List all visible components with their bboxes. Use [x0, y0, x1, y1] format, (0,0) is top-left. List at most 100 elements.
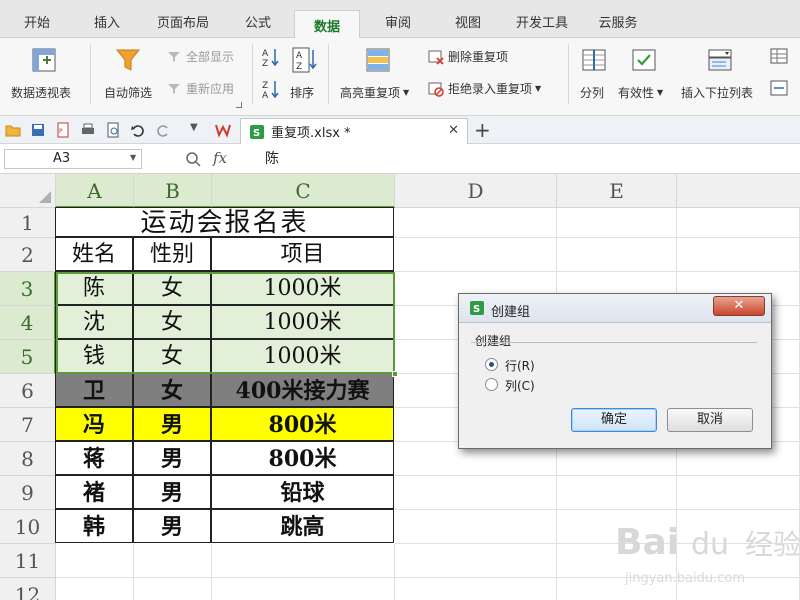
tab-insert[interactable]: 插入	[82, 12, 132, 31]
data-cell[interactable]: 男	[133, 509, 211, 543]
grid-cell[interactable]	[677, 208, 800, 238]
column-header-c[interactable]: C	[212, 174, 395, 208]
save-icon[interactable]	[30, 122, 46, 138]
close-button[interactable]: ✕	[713, 296, 765, 316]
tab-cloud[interactable]: 云服务	[590, 12, 646, 31]
tab-start[interactable]: 开始	[12, 12, 62, 31]
data-cell[interactable]: 800米	[211, 441, 394, 475]
column-header-b[interactable]: B	[134, 174, 212, 208]
open-folder-icon[interactable]	[5, 122, 21, 138]
grid-cell[interactable]	[134, 578, 212, 600]
data-cell[interactable]: 800米	[211, 407, 394, 441]
row-header[interactable]: 11	[0, 544, 56, 578]
row-header[interactable]: 5	[0, 340, 56, 374]
tab-page-layout[interactable]: 页面布局	[148, 12, 218, 31]
column-header-d[interactable]: D	[395, 174, 557, 208]
column-header-a[interactable]: A	[56, 174, 134, 208]
grid-cell[interactable]	[395, 208, 557, 238]
fill-handle[interactable]	[392, 371, 398, 377]
name-box[interactable]: A3	[4, 149, 142, 169]
row-header[interactable]: 7	[0, 408, 56, 442]
reapply-button[interactable]: 重新应用	[166, 80, 234, 97]
pivot-table-button[interactable]: 数据透视表	[8, 42, 82, 108]
insert-dropdown-list-button[interactable]: 插入下拉列表	[678, 42, 764, 108]
grid-cell[interactable]	[395, 238, 557, 272]
reject-duplicates-button[interactable]: 拒绝录入重复项 ▼	[428, 80, 541, 97]
tab-review[interactable]: 审阅	[374, 12, 422, 31]
data-cell[interactable]: 沈	[55, 305, 133, 339]
data-cell[interactable]: 卫	[55, 373, 133, 407]
data-cell[interactable]: 铅球	[211, 475, 394, 509]
row-header[interactable]: 10	[0, 510, 56, 544]
select-all-corner[interactable]	[0, 174, 56, 208]
sheet-title-cell[interactable]: 运动会报名表	[55, 207, 394, 237]
zoom-search-icon[interactable]	[185, 151, 201, 167]
tab-formula[interactable]: 公式	[234, 12, 282, 31]
grid-cell[interactable]	[395, 476, 557, 510]
tab-view[interactable]: 视图	[444, 12, 492, 31]
grid-cell[interactable]	[56, 578, 134, 600]
row-header[interactable]: 1	[0, 208, 56, 238]
cancel-button[interactable]: 取消	[667, 408, 753, 432]
grid-cell[interactable]	[557, 238, 677, 272]
grid-cell[interactable]	[212, 544, 395, 578]
data-cell[interactable]: 女	[133, 271, 211, 305]
data-cell[interactable]: 褚	[55, 475, 133, 509]
data-cell[interactable]: 跳高	[211, 509, 394, 543]
customize-dropdown-icon[interactable]: ▼	[190, 122, 198, 133]
row-header[interactable]: 6	[0, 374, 56, 408]
autofilter-button[interactable]: 自动筛选	[100, 42, 160, 108]
new-tab-icon[interactable]: +	[474, 118, 491, 142]
data-cell[interactable]: 男	[133, 441, 211, 475]
data-cell[interactable]: 1000米	[211, 271, 394, 305]
dialog-launcher-icon[interactable]	[236, 102, 242, 108]
sort-button[interactable]: A Z 排序	[286, 42, 322, 108]
merge-icon[interactable]	[770, 80, 788, 96]
grid-cell[interactable]	[557, 208, 677, 238]
show-all-button[interactable]: 全部显示	[166, 48, 234, 65]
grid-cell[interactable]	[395, 510, 557, 544]
wps-logo-icon[interactable]	[215, 122, 231, 138]
data-cell[interactable]: 1000米	[211, 339, 394, 373]
undo-icon[interactable]	[130, 122, 146, 138]
sort-ascending-icon[interactable]: A Z	[260, 46, 280, 68]
radio-row[interactable]	[485, 358, 498, 371]
ok-button[interactable]: 确定	[571, 408, 657, 432]
grid-cell[interactable]	[134, 544, 212, 578]
table-icon[interactable]	[770, 48, 788, 64]
fx-icon[interactable]: fx	[213, 149, 227, 167]
dialog-title-bar[interactable]: S 创建组 ✕	[459, 294, 771, 323]
data-cell[interactable]: 蒋	[55, 441, 133, 475]
column-header-e[interactable]: E	[557, 174, 677, 208]
header-cell[interactable]: 项目	[211, 237, 394, 271]
grid-cell[interactable]	[212, 578, 395, 600]
print-icon[interactable]	[80, 122, 96, 138]
grid-cell[interactable]	[677, 238, 800, 272]
data-cell[interactable]: 男	[133, 475, 211, 509]
grid-cell[interactable]	[395, 578, 557, 600]
row-header[interactable]: 4	[0, 306, 56, 340]
remove-duplicates-button[interactable]: 删除重复项	[428, 48, 508, 65]
data-cell[interactable]: 女	[133, 373, 211, 407]
data-cell[interactable]: 韩	[55, 509, 133, 543]
data-cell[interactable]: 女	[133, 305, 211, 339]
row-header[interactable]: 3	[0, 272, 56, 306]
row-header[interactable]: 9	[0, 476, 56, 510]
row-header[interactable]: 2	[0, 238, 56, 272]
name-box-dropdown-icon[interactable]: ▼	[130, 153, 136, 162]
formula-input[interactable]: 陈	[253, 149, 793, 169]
grid-cell[interactable]	[395, 544, 557, 578]
tab-developer[interactable]: 开发工具	[506, 12, 578, 31]
radio-row-label[interactable]: 行(R)	[505, 357, 535, 374]
data-cell[interactable]: 男	[133, 407, 211, 441]
tab-data[interactable]: 数据	[294, 10, 360, 39]
header-cell[interactable]: 性别	[133, 237, 211, 271]
validity-button[interactable]: 有效性 ▼	[616, 42, 672, 108]
data-cell[interactable]: 女	[133, 339, 211, 373]
document-tab[interactable]: S 重复项.xlsx * ✕	[240, 118, 468, 144]
split-columns-button[interactable]: 分列	[576, 42, 612, 108]
data-cell[interactable]: 1000米	[211, 305, 394, 339]
highlight-duplicates-button[interactable]: 高亮重复项 ▼	[336, 42, 420, 108]
header-cell[interactable]: 姓名	[55, 237, 133, 271]
print-preview-icon[interactable]	[105, 122, 121, 138]
